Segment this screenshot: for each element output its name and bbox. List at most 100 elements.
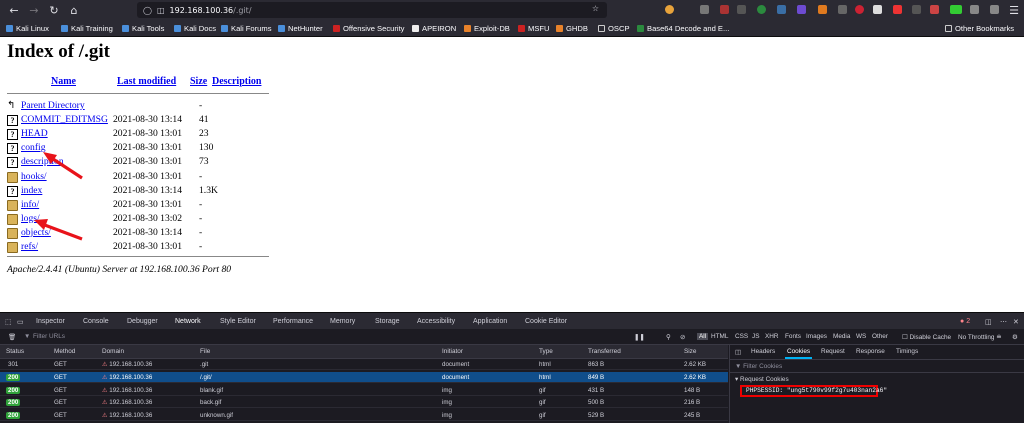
filter-urls-input[interactable]: Filter URLs (33, 333, 65, 340)
extension-icon[interactable] (950, 5, 962, 14)
filter-type-media[interactable]: Media (833, 333, 850, 340)
network-request-row[interactable]: 301 GET ⚠ 192.168.100.36 .git document html 86… (0, 359, 728, 370)
tab-timings[interactable]: Timings (896, 348, 918, 355)
extension-icon[interactable] (757, 5, 766, 14)
extension-icon[interactable] (990, 5, 999, 14)
bookmark-kali-tools[interactable]: Kali Tools (122, 24, 164, 33)
column-header-size[interactable]: Size (190, 76, 207, 87)
filter-type-images[interactable]: Images (806, 333, 827, 340)
tab-network[interactable]: Network (175, 318, 201, 325)
filter-type-ws[interactable]: WS (856, 333, 866, 340)
tab-console[interactable]: Console (83, 318, 109, 325)
tab-style-editor[interactable]: Style Editor (220, 318, 256, 325)
settings-icon[interactable]: ⚙ (1012, 333, 1018, 341)
panel-toggle-icon[interactable]: ◫ (735, 348, 741, 356)
bookmark-ghdb[interactable]: GHDB (556, 24, 588, 33)
file-link[interactable]: index (21, 185, 42, 196)
column-size[interactable]: Size (684, 348, 696, 355)
tab-storage[interactable]: Storage (375, 318, 400, 325)
bookmark-nethunter[interactable]: NetHunter (278, 24, 323, 33)
extension-icon[interactable] (873, 5, 882, 14)
extension-icon[interactable] (855, 5, 864, 14)
bookmark-base64[interactable]: Base64 Decode and E... (637, 24, 729, 33)
star-icon[interactable]: ☆ (592, 4, 599, 13)
filter-type-html[interactable]: HTML (711, 333, 728, 340)
back-icon[interactable]: ← (4, 4, 24, 17)
column-transferred[interactable]: Transferred (588, 348, 621, 355)
extension-icon[interactable] (737, 5, 746, 14)
filter-type-css[interactable]: CSS (735, 333, 748, 340)
extension-icon[interactable] (912, 5, 921, 14)
tab-request[interactable]: Request (821, 348, 845, 355)
network-request-row[interactable]: 200 GET ⚠ 192.168.100.36 blank.gif img gif 431… (0, 385, 728, 396)
network-request-row[interactable]: 200 GET ⚠ 192.168.100.36 /.git/document html… (0, 371, 728, 383)
network-request-row[interactable]: 200 GET ⚠ 192.168.100.36 back.gif img gif 500 … (0, 397, 728, 409)
tab-response[interactable]: Response (856, 348, 885, 355)
tab-accessibility[interactable]: Accessibility (417, 318, 455, 325)
bookmark-kali-forums[interactable]: Kali Forums (221, 24, 272, 33)
extension-icon[interactable] (970, 5, 979, 14)
tab-cookie-editor[interactable]: Cookie Editor (525, 318, 567, 325)
block-icon[interactable]: ⊘ (680, 333, 685, 341)
tab-debugger[interactable]: Debugger (127, 318, 158, 325)
column-domain[interactable]: Domain (102, 348, 124, 355)
network-request-row[interactable]: 200 GET ⚠ 192.168.100.36 unknown.gif img gif 5… (0, 410, 728, 422)
error-count-badge[interactable]: ● 2 (960, 318, 970, 325)
column-file[interactable]: File (200, 348, 210, 355)
trash-icon[interactable]: 🗑 (8, 333, 16, 341)
tab-application[interactable]: Application (473, 318, 507, 325)
bookmark-apeiron[interactable]: APEIRON (412, 24, 456, 33)
search-icon[interactable]: ⚲ (666, 333, 671, 341)
bookmark-msfu[interactable]: MSFU (518, 24, 550, 33)
pause-icon[interactable]: ❚❚ (634, 333, 645, 341)
filter-type-fonts[interactable]: Fonts (785, 333, 801, 340)
tab-performance[interactable]: Performance (273, 318, 313, 325)
file-link[interactable]: Parent Directory (21, 100, 85, 111)
tab-inspector[interactable]: Inspector (36, 318, 65, 325)
bookmark-kali-linux[interactable]: Kali Linux (6, 24, 49, 33)
forward-icon[interactable]: → (24, 4, 44, 17)
bookmark-kali-training[interactable]: Kali Training (61, 24, 113, 33)
url-bar[interactable]: ◯ ◫ 192.168.100.36/.git/ ☆ (137, 2, 607, 18)
file-link[interactable]: info/ (21, 199, 39, 210)
request-cookies-section[interactable]: ▾ Request Cookies (735, 375, 789, 383)
filter-type-other[interactable]: Other (872, 333, 888, 340)
menu-icon[interactable]: ☰ (1004, 4, 1024, 17)
filter-type-all[interactable]: All (697, 333, 709, 340)
filter-type-js[interactable]: JS (752, 333, 759, 340)
filter-type-xhr[interactable]: XHR (765, 333, 779, 340)
extension-icon[interactable] (720, 5, 729, 14)
responsive-icon[interactable]: ▭ (17, 318, 24, 326)
bookmark-kali-docs[interactable]: Kali Docs (174, 24, 216, 33)
more-icon[interactable]: ⋯ (1000, 318, 1007, 326)
column-header-modified[interactable]: Last modified (117, 76, 176, 87)
disable-cache-checkbox[interactable]: ☐ Disable Cache (902, 333, 951, 341)
close-icon[interactable]: ✕ (1013, 318, 1019, 326)
column-status[interactable]: Status (6, 348, 24, 355)
extension-icon[interactable] (797, 5, 806, 14)
extension-icon[interactable] (777, 5, 786, 14)
extension-icon[interactable] (665, 5, 674, 14)
bookmark-other[interactable]: Other Bookmarks (945, 24, 1014, 33)
dock-icon[interactable]: ◫ (985, 318, 992, 326)
pick-element-icon[interactable]: ⬚ (5, 318, 12, 326)
tab-memory[interactable]: Memory (330, 318, 355, 325)
home-icon[interactable]: ⌂ (64, 4, 84, 17)
extension-icon[interactable] (930, 5, 939, 14)
cookie-value-highlight[interactable]: PHPSESSID: "ung5t790v99f2g7u403nan2a6" (740, 385, 887, 397)
column-method[interactable]: Method (54, 348, 75, 355)
extension-icon[interactable] (700, 5, 709, 14)
bookmark-offensive-security[interactable]: Offensive Security (333, 24, 404, 33)
bookmark-oscp[interactable]: OSCP (598, 24, 630, 33)
filter-cookies-input[interactable]: ▼ Filter Cookies (735, 363, 782, 370)
file-link[interactable]: HEAD (21, 128, 48, 139)
bookmark-exploit-db[interactable]: Exploit-DB (464, 24, 510, 33)
reload-icon[interactable]: ↻ (44, 4, 64, 17)
extension-icon[interactable] (893, 5, 902, 14)
file-link[interactable]: COMMIT_EDITMSG (21, 114, 108, 125)
tab-cookies[interactable]: Cookies (787, 348, 810, 355)
column-type[interactable]: Type (539, 348, 553, 355)
throttling-select[interactable]: No Throttling ≘ (958, 333, 1002, 341)
page-info-icon[interactable]: ◫ (157, 6, 165, 15)
extension-icon[interactable] (818, 5, 827, 14)
